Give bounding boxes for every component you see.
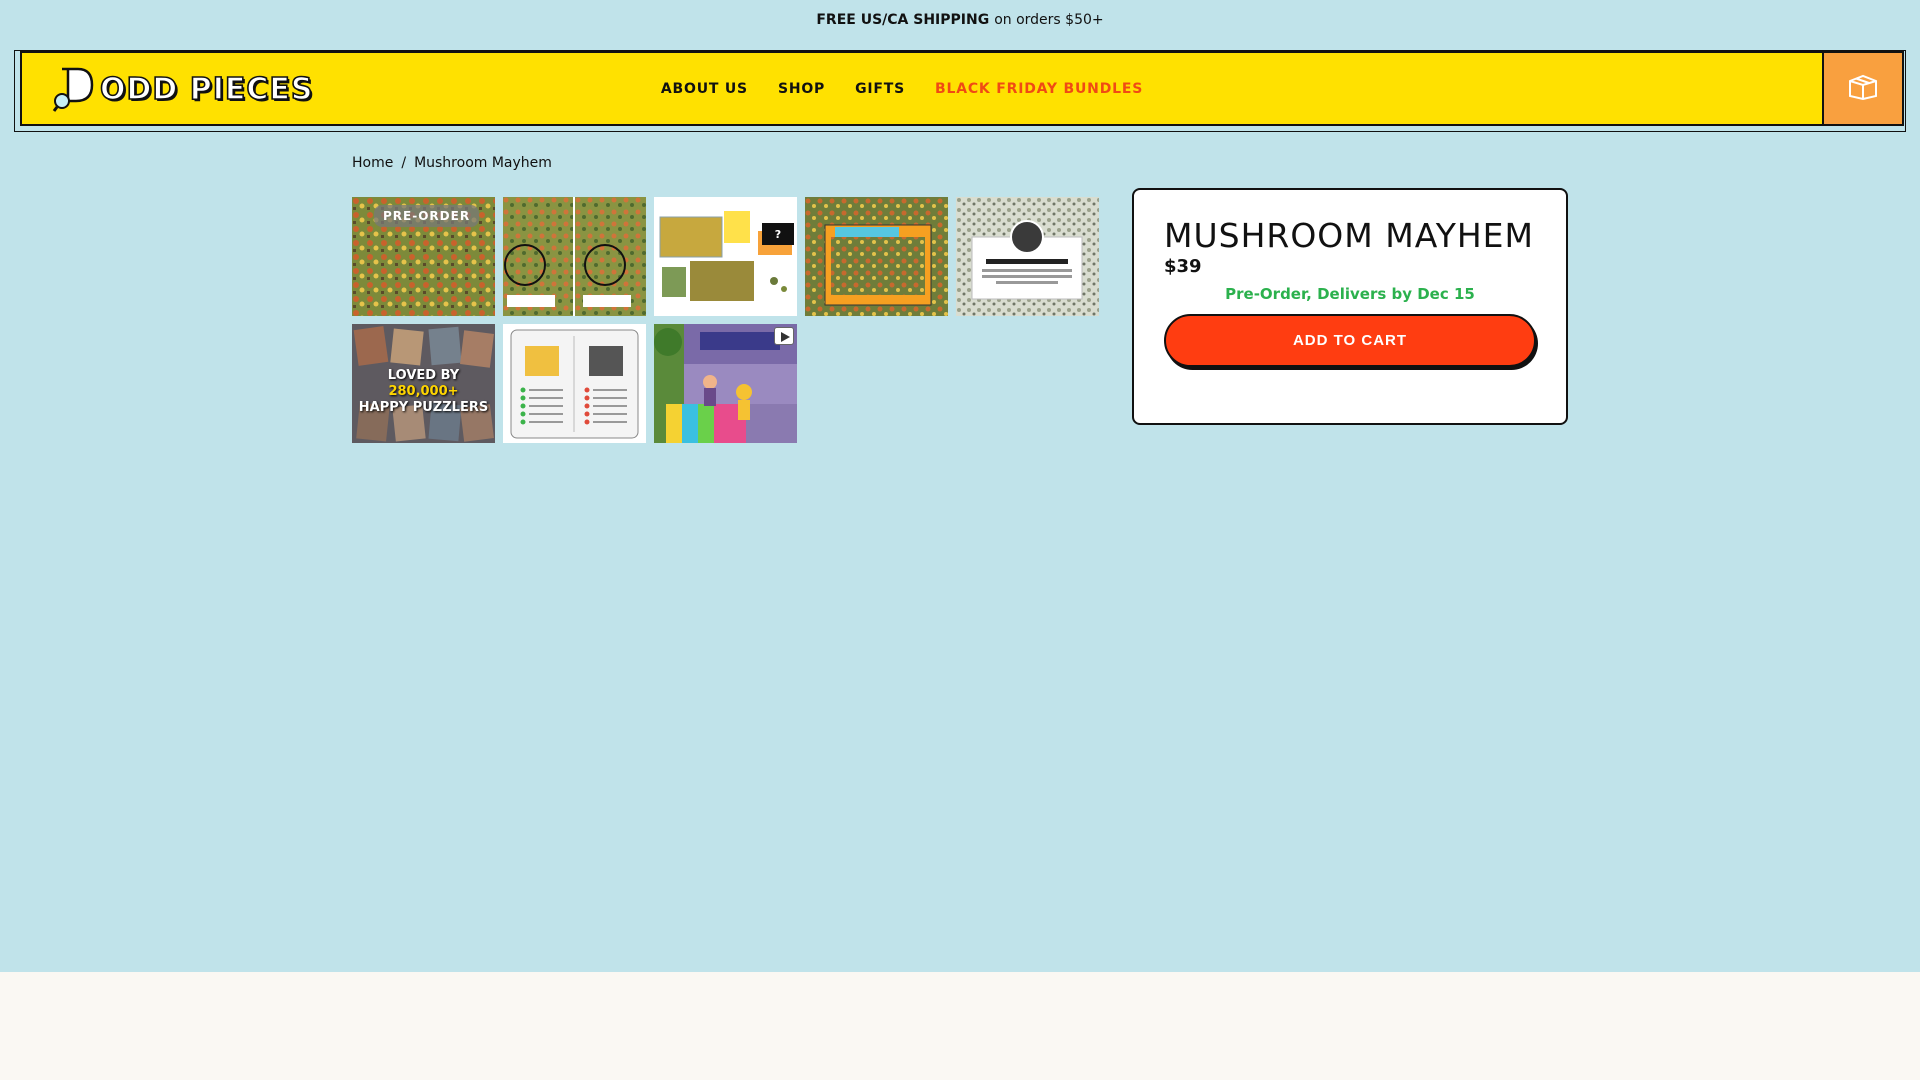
product-info-card: MUSHROOM MAYHEM $39 Pre-Order, Delivers … xyxy=(1132,188,1568,425)
gallery-thumb-5[interactable] xyxy=(956,197,1099,316)
loved-count: 280,000+ xyxy=(388,384,459,399)
gallery-thumb-4[interactable] xyxy=(805,197,948,316)
loved-prefix: LOVED BY xyxy=(387,368,460,383)
product-title: MUSHROOM MAYHEM xyxy=(1164,216,1535,255)
footer-band xyxy=(0,972,1920,1080)
product-price: $39 xyxy=(1164,256,1202,277)
announcement-bar: FREE US/CA SHIPPING on orders $50+ xyxy=(0,0,1920,40)
gallery-thumb-7[interactable] xyxy=(503,324,646,443)
breadcrumb-separator: / xyxy=(401,155,407,171)
question-badge: ? xyxy=(762,223,794,245)
play-icon xyxy=(774,327,794,345)
breadcrumb-home[interactable]: Home xyxy=(352,155,393,171)
announcement-bold: FREE US/CA SHIPPING xyxy=(816,12,990,28)
gallery-thumb-2[interactable] xyxy=(503,197,646,316)
nav-black-friday-bundles[interactable]: BLACK FRIDAY BUNDLES xyxy=(935,81,1143,97)
add-to-cart-button[interactable]: ADD TO CART xyxy=(1164,314,1536,367)
nav-about-us[interactable]: ABOUT US xyxy=(661,81,748,97)
nav-gifts[interactable]: GIFTS xyxy=(855,81,905,97)
nav-shop[interactable]: SHOP xyxy=(778,81,825,97)
breadcrumb: Home / Mushroom Mayhem xyxy=(352,155,552,171)
social-proof-text: LOVED BY 280,000+ HAPPY PUZZLERS xyxy=(352,368,495,416)
site-header: ODD PIECES ABOUT US SHOP GIFTS BLACK FRI… xyxy=(20,51,1904,126)
preorder-note: Pre-Order, Delivers by Dec 15 xyxy=(1225,285,1475,303)
gallery-thumb-3[interactable]: ? xyxy=(654,197,797,316)
loved-line2: HAPPY PUZZLERS xyxy=(358,400,489,415)
breadcrumb-current: Mushroom Mayhem xyxy=(414,155,552,171)
main-nav: ABOUT US SHOP GIFTS BLACK FRIDAY BUNDLES xyxy=(22,53,1822,124)
cart-button[interactable] xyxy=(1822,53,1902,124)
product-gallery: PRE-ORDER ? LOVED BY 280,000+ HAPPY PUZZ… xyxy=(352,197,1102,443)
preorder-badge: PRE-ORDER xyxy=(374,205,480,227)
gallery-thumb-1[interactable]: PRE-ORDER xyxy=(352,197,495,316)
gallery-thumb-8-video[interactable] xyxy=(654,324,797,443)
box-icon xyxy=(1847,74,1879,104)
announcement-text: on orders $50+ xyxy=(994,12,1104,28)
gallery-thumb-6[interactable]: LOVED BY 280,000+ HAPPY PUZZLERS xyxy=(352,324,495,443)
